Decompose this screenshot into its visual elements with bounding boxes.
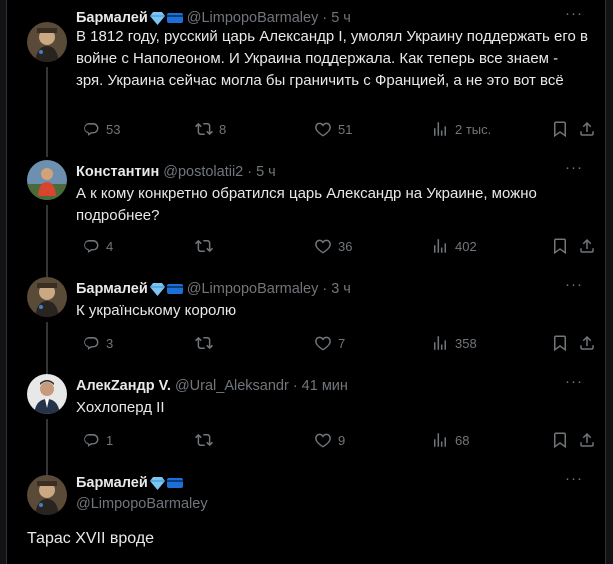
separator-dot: · <box>322 10 328 26</box>
view-count: 358 <box>455 335 477 351</box>
more-options-icon[interactable]: ··· <box>563 471 585 489</box>
tweet-text: А к кому конкретно обратился царь Алекса… <box>76 185 537 224</box>
share-button[interactable] <box>578 430 596 450</box>
like-count: 51 <box>338 121 353 137</box>
heart-icon <box>315 122 331 137</box>
like-button[interactable]: 9 <box>314 430 345 450</box>
reply-icon <box>84 123 99 136</box>
author-handle[interactable]: @postolatii2 <box>163 164 243 180</box>
reply-tweet-3[interactable]: Бармалей @LimpopoBarmaley · 3 ч ··· К ук… <box>7 250 605 374</box>
more-options-icon[interactable]: ··· <box>563 277 585 295</box>
author-name[interactable]: Бармалей <box>76 475 148 491</box>
card-icon <box>166 478 183 488</box>
more-options-icon[interactable]: ··· <box>563 374 585 392</box>
repost-button[interactable] <box>195 430 219 450</box>
views-button[interactable]: 2 тыс. <box>431 119 491 139</box>
tweet-header: Бармалей @LimpopoBarmaley · 5 ч <box>76 8 351 28</box>
reply-icon <box>84 434 99 447</box>
avatar-barmaley[interactable] <box>27 22 67 62</box>
card-icon <box>166 284 183 294</box>
views-chart-icon <box>434 122 446 136</box>
tweet-header: АлекZандр V. @Ural_Aleksandr · 41 мин <box>76 376 348 396</box>
author-name[interactable]: АлекZандр V. <box>76 378 171 394</box>
reply-count: 3 <box>106 335 114 351</box>
focused-tweet: Бармалей @LimpopoBarmaley ··· Тарас XVII… <box>7 458 605 564</box>
avatar-konstantin[interactable] <box>27 160 67 200</box>
author-handle[interactable]: @LimpopoBarmaley <box>187 281 319 297</box>
tweet-header: Бармалей @LimpopoBarmaley · 3 ч <box>76 279 351 299</box>
avatar-barmaley[interactable] <box>27 475 67 515</box>
timestamp[interactable]: 5 ч <box>256 164 276 180</box>
author-name[interactable]: Бармалей <box>76 10 148 26</box>
conversation-panel: Бармалей @LimpopoBarmaley · 5 ч ··· В 18… <box>6 0 606 564</box>
avatar-barmaley[interactable] <box>27 277 67 317</box>
tweet-text: Тарас XVII вроде <box>27 530 155 547</box>
views-button[interactable]: 68 <box>431 430 469 450</box>
views-chart-icon <box>434 433 446 447</box>
bookmark-button[interactable] <box>551 119 569 139</box>
timestamp[interactable]: 41 мин <box>302 378 348 394</box>
more-options-icon[interactable]: ··· <box>563 160 585 178</box>
repost-button[interactable]: 8 <box>195 119 226 139</box>
share-icon <box>580 121 594 136</box>
tweet-header: Бармалей <box>76 473 183 493</box>
tweet-text: К украïнському королю <box>76 302 237 319</box>
view-count: 2 тыс. <box>455 121 492 137</box>
bookmark-icon <box>554 432 566 449</box>
bookmark-button[interactable] <box>551 430 569 450</box>
more-options-icon[interactable]: ··· <box>563 6 585 24</box>
like-count: 9 <box>338 432 346 448</box>
tweet-text: В 1812 году, русский царь Александр I, у… <box>76 28 588 89</box>
reply-tweet-1[interactable]: Бармалей @LimpopoBarmaley · 5 ч ··· В 18… <box>7 0 605 157</box>
like-button[interactable]: 51 <box>314 119 352 139</box>
heart-icon <box>315 433 331 448</box>
author-handle[interactable]: @LimpopoBarmaley <box>76 496 208 512</box>
repost-icon <box>195 433 213 447</box>
gem-icon <box>149 283 165 296</box>
like-count: 7 <box>338 335 346 351</box>
separator-dot: · <box>247 164 253 180</box>
separator-dot: · <box>322 281 328 297</box>
handle-row: @LimpopoBarmaley <box>76 494 208 514</box>
share-icon <box>580 432 594 447</box>
tweet-header: Константин @postolatii2 · 5 ч <box>76 162 276 182</box>
bookmark-icon <box>554 121 566 138</box>
author-handle[interactable]: @Ural_Aleksandr <box>175 378 289 394</box>
gem-icon <box>149 477 165 490</box>
author-handle[interactable]: @LimpopoBarmaley <box>187 10 319 26</box>
timestamp[interactable]: 5 ч <box>331 10 351 26</box>
view-count: 68 <box>455 432 470 448</box>
card-icon <box>166 13 183 23</box>
gem-icon <box>149 12 165 25</box>
separator-dot: · <box>292 378 298 394</box>
reply-count: 1 <box>106 432 114 448</box>
tweet-actions: 1 9 68 <box>76 430 594 450</box>
tweet-text: Хохлоперд II <box>76 399 165 416</box>
share-button[interactable] <box>578 119 596 139</box>
timestamp[interactable]: 3 ч <box>331 281 351 297</box>
repost-icon <box>195 122 213 136</box>
reply-count: 53 <box>106 121 121 137</box>
reply-tweet-2[interactable]: Константин @postolatii2 · 5 ч ··· А к ко… <box>7 140 605 287</box>
tweet-actions: 53 8 51 2 тыс. <box>76 119 594 139</box>
reply-tweet-4[interactable]: АлекZандр V. @Ural_Aleksandr · 41 мин ··… <box>7 350 605 476</box>
author-name[interactable]: Константин <box>76 164 159 180</box>
repost-count: 8 <box>219 121 227 137</box>
author-name[interactable]: Бармалей <box>76 281 148 297</box>
reply-button[interactable]: 1 <box>82 430 113 450</box>
reply-button[interactable]: 53 <box>82 119 120 139</box>
avatar-aleksandr[interactable] <box>27 374 67 414</box>
